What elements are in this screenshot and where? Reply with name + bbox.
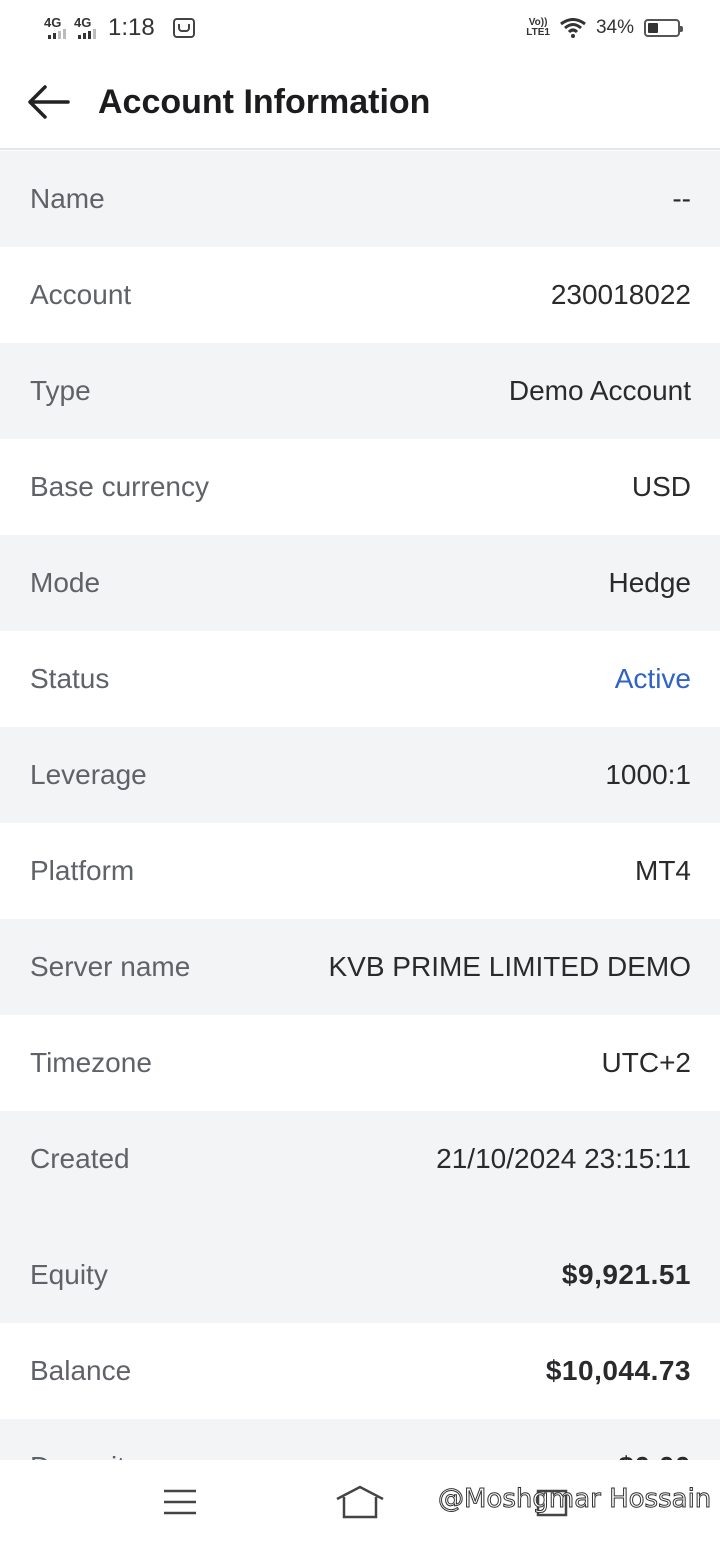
row-label: Balance	[30, 1355, 132, 1386]
status-bar-right: Vo)) LTE1 34%	[526, 17, 683, 39]
signal-icon: 4G	[44, 15, 66, 39]
row-value: $9,921.51	[561, 1259, 691, 1290]
row-label: Base currency	[30, 471, 209, 502]
info-row-base-currency: Base currency USD	[0, 439, 720, 535]
account-info-list: Name -- Account 230018022 Type Demo Acco…	[0, 151, 720, 1515]
row-value: Demo Account	[508, 375, 691, 406]
row-label: Leverage	[30, 759, 147, 790]
network-type-1: 4G	[44, 15, 62, 30]
screen: 4G 4G 1:18 Vo)) LTE1 34% Account Informa…	[0, 0, 720, 1544]
watermark: @Moshgmar Hossain	[437, 1484, 712, 1515]
back-button[interactable]	[0, 55, 98, 149]
row-label: Type	[30, 375, 91, 406]
row-label: Name	[30, 183, 105, 214]
info-row-name: Name --	[0, 151, 720, 247]
status-bar: 4G 4G 1:18 Vo)) LTE1 34%	[0, 0, 720, 56]
app-header: Account Information	[0, 56, 720, 150]
status-bar-left: 4G 4G 1:18	[44, 14, 526, 42]
page-title: Account Information	[98, 82, 431, 121]
row-label: Equity	[30, 1259, 108, 1290]
row-value: USD	[631, 471, 691, 502]
home-icon	[336, 1485, 384, 1519]
battery-icon	[644, 19, 683, 37]
row-value: Hedge	[608, 567, 691, 598]
row-value: MT4	[635, 855, 691, 886]
battery-fill	[648, 23, 658, 33]
row-value: 1000:1	[605, 759, 691, 790]
info-row-status: Status Active	[0, 631, 720, 727]
info-row-created: Created 21/10/2024 23:15:11	[0, 1111, 720, 1207]
volte-bottom-text: LTE1	[526, 27, 550, 38]
row-label: Mode	[30, 567, 101, 598]
fund-row-equity: Equity $9,921.51	[0, 1227, 720, 1323]
info-row-type: Type Demo Account	[0, 343, 720, 439]
row-label: Account	[30, 279, 132, 310]
section-divider	[0, 1207, 720, 1227]
row-label: Timezone	[30, 1047, 152, 1078]
info-row-account: Account 230018022	[0, 247, 720, 343]
wifi-icon	[560, 18, 586, 38]
home-button[interactable]	[320, 1460, 400, 1544]
menu-button[interactable]	[140, 1460, 220, 1544]
volte-icon: Vo)) LTE1	[526, 18, 550, 38]
row-label: Platform	[30, 855, 135, 886]
battery-percent: 34%	[595, 17, 634, 38]
fund-row-balance: Balance $10,044.73	[0, 1323, 720, 1419]
signal-icon-2: 4G	[74, 15, 96, 39]
row-value: 230018022	[550, 279, 691, 310]
info-row-platform: Platform MT4	[0, 823, 720, 919]
notification-icon	[172, 18, 195, 38]
row-value: 21/10/2024 23:15:11	[436, 1143, 691, 1174]
row-value: UTC+2	[601, 1047, 691, 1078]
info-row-mode: Mode Hedge	[0, 535, 720, 631]
row-label: Created	[30, 1143, 130, 1174]
info-row-timezone: Timezone UTC+2	[0, 1015, 720, 1111]
info-row-leverage: Leverage 1000:1	[0, 727, 720, 823]
network-type-2: 4G	[74, 15, 92, 30]
status-time: 1:18	[108, 14, 155, 41]
row-label: Status	[30, 663, 110, 694]
info-row-server-name: Server name KVB PRIME LIMITED DEMO	[0, 919, 720, 1015]
status-value: Active	[614, 663, 691, 694]
row-value: --	[672, 183, 691, 214]
row-value: KVB PRIME LIMITED DEMO	[328, 951, 692, 982]
row-value: $10,044.73	[545, 1355, 691, 1386]
row-label: Server name	[30, 951, 191, 982]
back-arrow-icon	[28, 85, 70, 119]
watermark-text: @Moshgmar Hossain	[437, 1484, 712, 1515]
menu-icon	[164, 1489, 196, 1515]
